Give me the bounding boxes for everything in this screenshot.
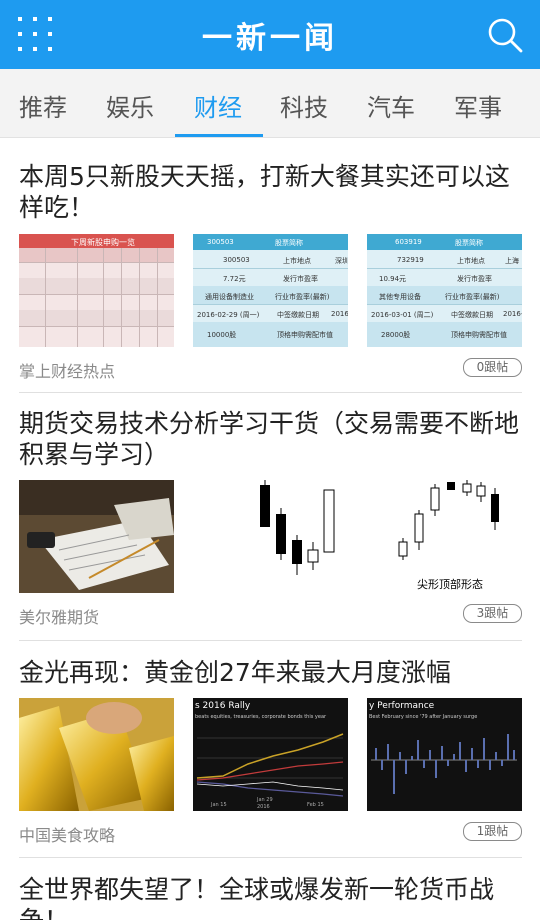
article-thumbnails: 下周新股申购一览 300503 股票简称 300503 上市地点 深圳 7.72… <box>19 234 522 347</box>
app-title: 一新一闻 <box>202 21 338 56</box>
article-source: 掌上财经热点 <box>19 362 116 381</box>
table-header: 下周新股申购一览 <box>71 238 135 247</box>
article-title[interactable]: 全世界都失望了！全球或爆发新一轮货币战争！ <box>19 874 524 920</box>
thumbnail-desk-photo <box>19 480 174 593</box>
article-source: 中国美食攻略 <box>19 826 116 845</box>
stock-code: 603919 <box>395 238 422 246</box>
thumbnail-gold-bars <box>19 698 174 811</box>
category-tabs: 推荐 娱乐 财经 科技 汽车 军事 <box>0 69 540 138</box>
divider <box>19 640 522 641</box>
tab-auto[interactable]: 汽车 <box>367 88 415 123</box>
tab-recommend[interactable]: 推荐 <box>19 88 67 123</box>
thumbnail-rally-chart: s 2016 Rally beats equities, treasuries,… <box>193 698 348 811</box>
tab-entertainment[interactable]: 娱乐 <box>106 88 154 123</box>
comment-count-badge[interactable]: 1跟帖 <box>463 822 522 841</box>
thumbnail-performance-chart: y Performance Best February since '79 af… <box>367 698 522 811</box>
comment-count-badge[interactable]: 0跟帖 <box>463 358 522 377</box>
thumbnail-candlestick-chart <box>193 480 348 593</box>
thumbnail-stock-603919: 603919 股票简称 732919 上市地点 上海 10.94元 发行市盈率 … <box>367 234 522 347</box>
app-root: 一新一闻 推荐 娱乐 财经 科技 汽车 军事 本周5只新股天天摇，打新大餐其实还… <box>0 0 540 920</box>
stock-name-label: 股票简称 <box>455 239 483 247</box>
thumbnail-new-stock-table: 下周新股申购一览 <box>19 234 174 347</box>
article-title[interactable]: 本周5只新股天天摇，打新大餐其实还可以这样吃！ <box>19 161 524 223</box>
tab-tech[interactable]: 科技 <box>280 88 328 123</box>
svg-text:s 2016 Rally: s 2016 Rally <box>195 701 251 711</box>
svg-text:Jan 29: Jan 29 <box>256 797 273 803</box>
stock-name-label: 股票简称 <box>275 239 303 247</box>
article-title[interactable]: 期货交易技术分析学习干货（交易需要不断地积累与学习） <box>19 408 524 470</box>
thumbnail-top-pattern-chart: 尖形顶部形态 <box>367 480 522 593</box>
chart-caption: 尖形顶部形态 <box>417 577 483 591</box>
svg-text:2016: 2016 <box>257 804 270 810</box>
stock-code: 300503 <box>207 238 234 246</box>
article-thumbnails: s 2016 Rally beats equities, treasuries,… <box>19 698 522 811</box>
thumbnail-stock-300503: 300503 股票简称 300503 上市地点 深圳 7.72元 发行市盈率 通… <box>193 234 348 347</box>
app-header: 一新一闻 <box>0 0 540 69</box>
tab-finance[interactable]: 财经 <box>194 88 242 123</box>
svg-text:Feb 15: Feb 15 <box>307 802 324 808</box>
svg-text:beats equities, treasuries, co: beats equities, treasuries, corporate bo… <box>195 714 327 720</box>
search-icon[interactable] <box>487 17 523 53</box>
tab-military[interactable]: 军事 <box>454 88 502 123</box>
article-title[interactable]: 金光再现：黄金创27年来最大月度涨幅 <box>19 657 524 688</box>
article-source: 美尔雅期货 <box>19 608 100 627</box>
active-tab-indicator <box>175 134 263 137</box>
svg-text:Best February since '79 after: Best February since '79 after January su… <box>369 714 477 720</box>
comment-count-badge[interactable]: 3跟帖 <box>463 604 522 623</box>
article-thumbnails: 尖形顶部形态 <box>19 480 522 593</box>
divider <box>19 392 522 393</box>
svg-text:Jan 15: Jan 15 <box>210 802 227 808</box>
divider <box>19 857 522 858</box>
svg-text:y Performance: y Performance <box>369 701 435 711</box>
